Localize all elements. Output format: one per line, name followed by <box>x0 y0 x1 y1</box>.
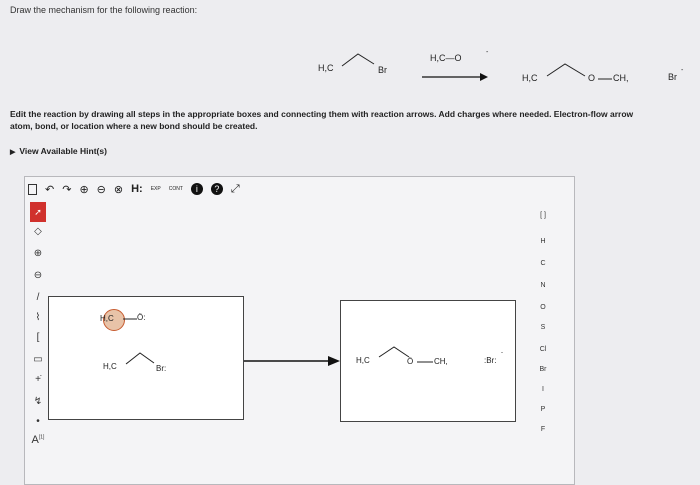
editor-toolbar: ↶ ↷ ⊕ ⊖ ⊗ H: EXP CONT i ? ⤢ <box>28 180 240 198</box>
instructions-line-1: Edit the reaction by drawing all steps i… <box>10 109 634 119</box>
help-icon[interactable]: ? <box>210 183 223 195</box>
bromoethane-bonds[interactable] <box>124 350 160 370</box>
info-icon[interactable]: i <box>190 183 203 195</box>
byproduct-label: Br <box>668 72 677 82</box>
element-n[interactable]: N <box>535 282 551 289</box>
element-f[interactable]: F <box>535 426 551 433</box>
h-toggle-button[interactable]: H: <box>131 183 143 195</box>
product-o-label: O <box>588 73 596 83</box>
positive-charge-icon[interactable]: ⊕ <box>30 248 46 259</box>
bromide-ion-charge: - <box>501 350 503 356</box>
view-hints-link[interactable]: ▶ View Available Hint(s) <box>10 146 107 156</box>
bracket-tool[interactable]: [ <box>30 332 46 343</box>
product-bonds <box>546 63 586 77</box>
electron-dot-icon[interactable]: • <box>30 416 46 427</box>
element-p[interactable]: P <box>535 406 551 413</box>
zoom-in-icon[interactable]: ⊕ <box>79 183 88 196</box>
step-reaction-arrow[interactable] <box>244 354 342 368</box>
reaction-arrow <box>422 73 488 81</box>
element-c[interactable]: C <box>535 260 551 267</box>
chain-tool-icon[interactable]: ⌇ <box>30 312 46 323</box>
periodic-table-button[interactable]: [ ] <box>535 212 551 219</box>
methoxide-bond[interactable] <box>122 316 138 322</box>
reagent-charge: - <box>486 49 489 56</box>
reactant-br-label: Br <box>378 65 387 75</box>
bromide-ch3-label[interactable]: H,C <box>103 362 117 371</box>
product-ch3-end-box[interactable]: CH, <box>434 357 448 366</box>
reactant-ch3-label: H,C <box>318 63 334 73</box>
expand-triangle-icon: ▶ <box>10 149 16 156</box>
bromide-ion-label[interactable]: :Br: <box>484 356 496 365</box>
element-s[interactable]: S <box>535 324 551 331</box>
reactant-bonds <box>341 53 375 67</box>
methoxide-ch3-label[interactable]: H,C <box>100 314 114 323</box>
atom-label-text: A <box>31 434 39 446</box>
single-bond-icon[interactable]: / <box>30 292 46 303</box>
element-i[interactable]: I <box>535 386 551 393</box>
reagent-label: H,C—O <box>430 53 462 63</box>
fullscreen-icon[interactable]: ⤢ <box>231 183 240 196</box>
atom-label-tool[interactable]: A[1] <box>30 434 46 446</box>
hint-label: View Available Hint(s) <box>19 146 107 156</box>
reaction-scheme: H,C Br H,C—O - H,C O CH, Br - <box>0 0 700 100</box>
negative-charge-icon[interactable]: ⊖ <box>30 270 46 281</box>
product-o-bond-box[interactable] <box>416 359 434 365</box>
byproduct-charge: - <box>681 67 684 74</box>
methoxide-o-label[interactable]: Ö: <box>137 313 145 322</box>
arrow-tool-icon[interactable]: ↯ <box>30 396 46 407</box>
atom-label-sup: [1] <box>38 434 45 441</box>
charge-tool-icon[interactable]: +̇ <box>30 374 46 385</box>
clear-icon[interactable]: ⊗ <box>114 183 123 196</box>
expand-button[interactable]: EXP <box>151 186 161 192</box>
element-o[interactable]: O <box>535 304 551 311</box>
select-tool[interactable]: ➚ <box>30 202 46 222</box>
product-ch3-label: H,C <box>522 73 538 83</box>
ring-tool-icon[interactable]: ▭ <box>30 354 46 365</box>
product-o-bond <box>598 78 612 80</box>
undo-icon[interactable]: ↶ <box>45 183 54 196</box>
bromide-br-label[interactable]: Br: <box>156 364 166 373</box>
zoom-out-icon[interactable]: ⊖ <box>97 183 106 196</box>
instructions: Edit the reaction by drawing all steps i… <box>10 108 700 132</box>
product-o-label-box[interactable]: Ö <box>407 357 413 366</box>
redo-icon[interactable]: ↷ <box>62 183 71 196</box>
element-br[interactable]: Br <box>535 366 551 373</box>
instructions-line-2: atom, bond, or location where a new bond… <box>10 121 258 131</box>
product-ch3-end-label: CH, <box>613 73 629 83</box>
product-ch3-label-box[interactable]: H,C <box>356 356 370 365</box>
contract-button[interactable]: CONT <box>169 186 183 192</box>
element-h[interactable]: H <box>535 238 551 245</box>
new-document-icon[interactable] <box>28 183 37 195</box>
element-cl[interactable]: Cl <box>535 346 551 353</box>
eraser-icon[interactable]: ◇ <box>30 226 46 237</box>
